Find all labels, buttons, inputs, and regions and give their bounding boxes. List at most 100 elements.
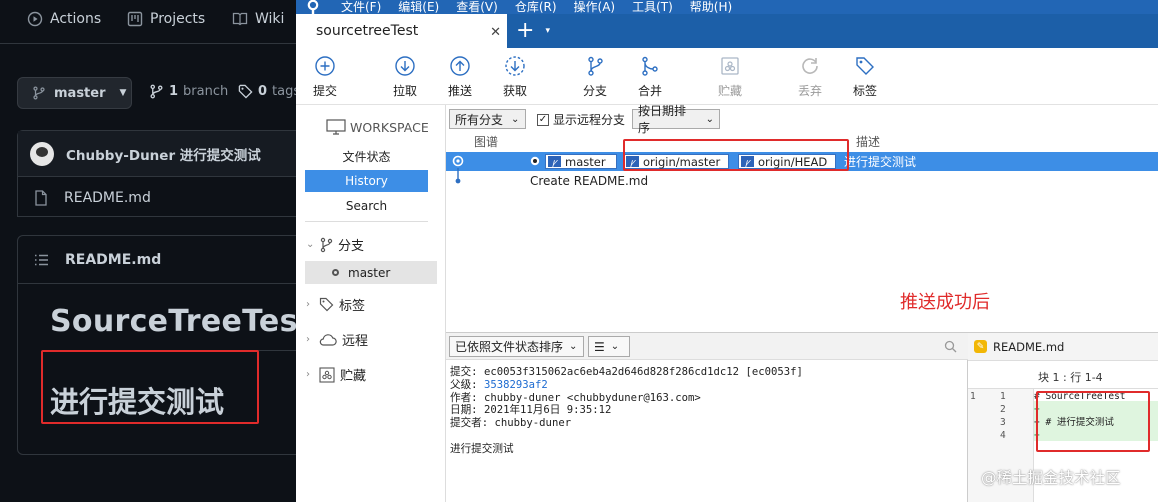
avatar[interactable] [30, 141, 54, 166]
sidebar-group-remotes[interactable]: › 远程 [306, 330, 368, 349]
tags-count: 0 [258, 84, 268, 99]
file-row-readme[interactable]: README.md [18, 178, 306, 218]
branch-select-label: master [54, 85, 106, 101]
chevron-right-icon: › [306, 334, 310, 345]
view-mode-dropdown[interactable]: ☰ ⌄ [588, 336, 630, 357]
sidebar-branch-master[interactable]: master [305, 261, 437, 284]
column-description[interactable]: 描述 [856, 132, 880, 150]
checkbox-checked-icon: ✓ [537, 113, 549, 126]
menu-help[interactable]: 帮助(H) [690, 1, 732, 13]
annotation-text: 推送成功后 [900, 292, 990, 313]
branch-label: 分支 [582, 84, 607, 98]
highlight-box-readme [41, 350, 259, 424]
search-icon[interactable] [944, 340, 957, 353]
chevron-down-icon: ⌄ [569, 341, 578, 352]
sidebar-item-history[interactable]: History [305, 170, 428, 192]
tab-wiki[interactable]: Wiki [232, 11, 284, 27]
history-row[interactable]: Create README.md [446, 168, 1158, 190]
merge-icon [642, 56, 658, 76]
tag-label: 标签 [852, 84, 877, 98]
tab-dropdown-icon[interactable]: ▾ [545, 26, 550, 36]
sidebar-group-stashes[interactable]: › 贮藏 [306, 365, 366, 384]
sidebar-item-file-status[interactable]: 文件状态 [305, 145, 428, 167]
caret-down-icon: ▼ [119, 88, 127, 98]
parent-hash-link[interactable]: 3538293af2 [484, 379, 548, 391]
screen: Actions Projects Wiki master ▼ 1 branch … [0, 0, 1158, 502]
chevron-down-icon: ⌄ [306, 239, 315, 250]
file-sort-dropdown[interactable]: 已依照文件状态排序 ⌄ [449, 336, 584, 357]
menu-repository[interactable]: 仓库(R) [515, 1, 557, 13]
cloud-icon [319, 334, 337, 346]
list-icon[interactable] [34, 254, 49, 266]
branch-button[interactable]: 分支 [570, 55, 620, 99]
committer-line: 提交者: chubby-duner [450, 417, 572, 430]
diff-file-name: README.md [993, 339, 1065, 354]
menu-actions[interactable]: 操作(A) [574, 1, 616, 13]
tab-wiki-label: Wiki [255, 11, 285, 27]
merge-button[interactable]: 合并 [625, 55, 675, 99]
tab-actions-label: Actions [50, 11, 102, 27]
ref-local-master-label: master [565, 154, 606, 169]
monitor-icon [326, 119, 346, 135]
tag-button[interactable]: 标签 [840, 55, 890, 99]
menu-file[interactable]: 文件(F) [341, 1, 381, 13]
commit-info: 提交: ec0053f315062ac6eb4a2d646d828f286cd1… [450, 366, 803, 456]
diff-hunk-header: 块 1 : 行 1-4 [968, 361, 1158, 389]
sidebar-item-search[interactable]: Search [305, 195, 428, 217]
git-branch-icon [33, 86, 45, 100]
workspace-label: WORKSPACE [350, 119, 429, 135]
sort-order-label: 按日期排序 [638, 104, 687, 135]
arrow-up-circle-icon [450, 56, 470, 76]
tag-icon [238, 84, 253, 99]
branch-icon [320, 237, 333, 252]
workspace-header: WORKSPACE [326, 119, 429, 135]
close-icon[interactable]: ✕ [490, 25, 501, 40]
latest-commit-row[interactable]: Chubby-Duner 进行提交测试 [18, 131, 306, 177]
menu-bar: 文件(F) 编辑(E) 查看(V) 仓库(R) 操作(A) 工具(T) 帮助(H… [296, 0, 1158, 14]
tags-count-link[interactable]: 0 tags [238, 84, 300, 99]
pull-button[interactable]: 拉取 [380, 55, 430, 99]
add-tab-icon[interactable]: + [516, 18, 534, 43]
branch-count-link[interactable]: 1 branch [149, 84, 228, 99]
plus-circle-icon [315, 56, 335, 76]
tab-sourcetreetest[interactable]: sourcetreeTest ✕ [296, 14, 507, 48]
diff-old-line-number: 1 [970, 391, 976, 402]
tab-projects[interactable]: Projects [127, 11, 205, 27]
sort-order-dropdown[interactable]: 按日期排序 ⌄ [632, 104, 720, 135]
push-button[interactable]: 推送 [435, 55, 485, 99]
tab-actions[interactable]: Actions [27, 11, 101, 27]
diff-new-line-number: 4 [1000, 430, 1006, 441]
branch-master-label: master [348, 265, 391, 280]
latest-commit-text[interactable]: Chubby-Duner 进行提交测试 [66, 144, 261, 164]
ref-local-master[interactable]: ꝩ master [545, 154, 617, 169]
sidebar-group-tags[interactable]: › 标签 [306, 295, 365, 314]
branch-select-button[interactable]: master ▼ [17, 77, 132, 109]
file-name[interactable]: README.md [64, 190, 151, 206]
fetch-button[interactable]: 获取 [490, 55, 540, 99]
pull-label: 拉取 [392, 84, 417, 98]
sourcetree-window: 文件(F) 编辑(E) 查看(V) 仓库(R) 操作(A) 工具(T) 帮助(H… [296, 0, 1158, 502]
chevron-down-icon: ⌄ [705, 113, 714, 125]
menu-view[interactable]: 查看(V) [456, 1, 498, 13]
menu-tools[interactable]: 工具(T) [632, 1, 673, 13]
sidebar: WORKSPACE 文件状态 History Search ⌄ 分支 maste… [296, 105, 446, 502]
current-branch-icon [332, 269, 339, 276]
sidebar-group-branches[interactable]: ⌄ 分支 [306, 235, 364, 254]
watermark: @稀土掘金技术社区 [981, 469, 1121, 487]
commit-button[interactable]: 提交 [300, 55, 350, 99]
chevron-right-icon: › [306, 299, 310, 310]
tab-label: sourcetreeTest [316, 23, 419, 39]
stash-button[interactable]: 贮藏 [705, 55, 755, 99]
show-remote-label: 显示远程分支 [553, 113, 626, 127]
commit-hash-line: 提交: ec0053f315062ac6eb4a2d646d828f286cd1… [450, 366, 803, 378]
discard-button[interactable]: 丢弃 [785, 55, 835, 99]
branch-filter-dropdown[interactable]: 所有分支 ⌄ [449, 109, 526, 129]
column-graph[interactable]: 图谱 [474, 132, 498, 150]
menu-edit[interactable]: 编辑(E) [398, 1, 439, 13]
readme-heading-1: SourceTreeTest [50, 304, 313, 339]
push-label: 推送 [447, 84, 472, 98]
chevron-down-icon: ⌄ [610, 341, 620, 352]
show-remote-branches-checkbox[interactable]: ✓ 显示远程分支 [537, 111, 625, 128]
fetch-icon [505, 56, 525, 76]
diff-new-line-number: 3 [1000, 417, 1006, 428]
